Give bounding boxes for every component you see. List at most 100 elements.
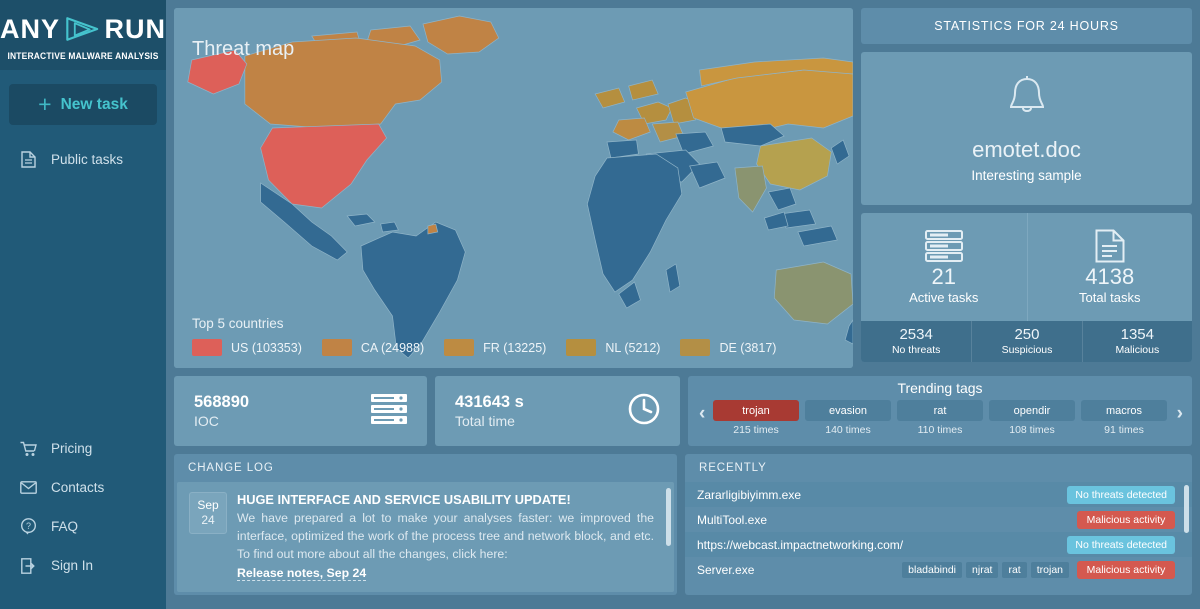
legend-swatch — [566, 339, 597, 356]
trending-tag-chip[interactable]: opendir — [989, 400, 1075, 421]
sidebar-item-faq[interactable]: ? FAQ — [0, 507, 166, 546]
question-bubble-icon: ? — [20, 518, 37, 535]
changelog-body: Sep 24 HUGE INTERFACE AND SERVICE USABIL… — [177, 482, 674, 592]
verdict-no-threats[interactable]: 2534 No threats — [861, 321, 971, 362]
verdict-label: Malicious — [1115, 343, 1160, 356]
verdict-label: Suspicious — [1001, 343, 1053, 356]
verdict-malicious[interactable]: 1354 Malicious — [1081, 321, 1192, 362]
sidebar-item-label: Public tasks — [51, 151, 124, 167]
trending-tag-item: evasion 140 times — [802, 400, 894, 436]
total-tasks-label: Total tasks — [1079, 290, 1141, 306]
verdict-value: 1354 — [1120, 326, 1154, 344]
statistics-column: STATISTICS FOR 24 HOURS emotet.doc Inter… — [861, 8, 1192, 368]
trending-tag-chip[interactable]: evasion — [805, 400, 891, 421]
sidebar-nav-top: Public tasks — [0, 139, 166, 179]
status-badge[interactable]: Malicious activity — [1077, 560, 1175, 579]
changelog-scrollbar[interactable] — [666, 488, 671, 546]
legend-label: DE (3817) — [719, 340, 777, 355]
logo: ANY RUN — [0, 12, 166, 46]
list-item[interactable]: https://webcast.impactnetworking.com/ No… — [685, 532, 1192, 557]
page-title: Threat map — [192, 38, 295, 60]
recently-scrollbar[interactable] — [1184, 485, 1189, 533]
changelog-month: Sep — [197, 498, 219, 512]
changelog-panel: CHANGE LOG Sep 24 HUGE INTERFACE AND SER… — [174, 454, 677, 595]
trending-title: Trending tags — [897, 380, 983, 396]
legend-entry[interactable]: FR (13225) — [444, 339, 546, 356]
list-item[interactable]: Server.exe bladabindi njrat rat trojan M… — [685, 557, 1192, 582]
tag-chip[interactable]: rat — [1002, 561, 1027, 578]
status-badge[interactable]: Malicious activity — [1077, 510, 1175, 529]
trending-tag-chip[interactable]: trojan — [713, 400, 799, 421]
bottom-row: CHANGE LOG Sep 24 HUGE INTERFACE AND SER… — [174, 454, 1192, 595]
sidebar-item-pricing[interactable]: Pricing — [0, 429, 166, 468]
logo-word-any: ANY — [0, 13, 61, 44]
chevron-right-icon[interactable]: › — [1177, 404, 1183, 423]
legend-entry[interactable]: DE (3817) — [680, 339, 776, 356]
trending-tag-chip[interactable]: macros — [1081, 400, 1167, 421]
trending-tag-chip[interactable]: rat — [897, 400, 983, 421]
tasks-top: 21 Active tasks 4138 Total tasks — [861, 213, 1192, 321]
recently-panel: RECENTLY Zararligibiyimm.exe No threats … — [685, 454, 1192, 595]
legend-swatch — [321, 339, 352, 356]
server-icon — [371, 393, 407, 429]
recently-item-tags: bladabindi njrat rat trojan — [902, 561, 1069, 578]
changelog-day: 24 — [201, 513, 215, 527]
verdict-value: 2534 — [899, 326, 933, 344]
tasks-card: 21 Active tasks 4138 Total tasks 2534 No… — [861, 213, 1192, 362]
svg-text:?: ? — [26, 521, 31, 531]
tag-chip[interactable]: bladabindi — [902, 561, 963, 578]
list-item[interactable]: Zararligibiyimm.exe No threats detected — [685, 482, 1192, 507]
ioc-label: IOC — [194, 413, 219, 429]
chevron-left-icon[interactable]: ‹ — [699, 404, 705, 423]
trending-tag-item: macros 91 times — [1078, 400, 1170, 436]
changelog-title: HUGE INTERFACE AND SERVICE USABILITY UPD… — [237, 492, 571, 507]
status-badge[interactable]: No threats detected — [1067, 485, 1175, 504]
interesting-sample-card[interactable]: emotet.doc Interesting sample — [861, 52, 1192, 205]
sidebar-nav-bottom: Pricing Contacts ? FAQ Sign In — [0, 429, 166, 609]
threat-map-card[interactable]: Threat map Top 5 countries US (103353) C… — [174, 8, 853, 368]
sidebar-item-label: FAQ — [51, 519, 79, 534]
plus-icon: + — [38, 91, 52, 117]
trending-tag-count: 140 times — [825, 424, 871, 436]
legend-entry[interactable]: US (103353) — [192, 339, 302, 356]
legend-label: US (103353) — [231, 340, 302, 355]
legend-label: CA (24988) — [360, 340, 425, 355]
logo-block[interactable]: ANY RUN INTERACTIVE MALWARE ANALYSIS — [0, 0, 166, 70]
new-task-button[interactable]: + New task — [9, 84, 157, 125]
sample-name: emotet.doc — [972, 137, 1081, 162]
sidebar-item-sign-in[interactable]: Sign In — [0, 546, 166, 585]
recently-item-name: MultiTool.exe — [697, 512, 768, 527]
logo-tagline: INTERACTIVE MALWARE ANALYSIS — [7, 51, 159, 61]
total-tasks-cell[interactable]: 4138 Total tasks — [1026, 213, 1193, 321]
statistics-header: STATISTICS FOR 24 HOURS — [861, 8, 1192, 44]
tag-chip[interactable]: trojan — [1030, 561, 1069, 578]
list-item[interactable]: MultiTool.exe Malicious activity — [685, 507, 1192, 532]
total-time-value: 431643 s — [455, 393, 524, 411]
changelog-description: We have prepared a lot to make your anal… — [237, 511, 654, 561]
legend-title: Top 5 countries — [192, 316, 284, 331]
play-triangle-icon — [66, 17, 99, 41]
legend-swatch — [444, 339, 475, 356]
sidebar-item-label: Pricing — [51, 441, 93, 456]
envelope-icon — [20, 479, 37, 496]
legend-entry[interactable]: CA (24988) — [321, 339, 425, 356]
trending-tag-count: 108 times — [1009, 424, 1055, 436]
sidebar-item-contacts[interactable]: Contacts — [0, 468, 166, 507]
recently-header: RECENTLY — [699, 462, 767, 474]
trending-tags-card: Trending tags ‹ › trojan 215 times evasi… — [688, 376, 1192, 446]
verdict-suspicious[interactable]: 250 Suspicious — [971, 321, 1081, 362]
active-tasks-cell[interactable]: 21 Active tasks — [861, 213, 1027, 321]
sidebar-item-public-tasks[interactable]: Public tasks — [0, 139, 166, 179]
total-time-card[interactable]: 431643 s Total time — [435, 376, 680, 446]
release-notes-link[interactable]: Release notes, Sep 24 — [237, 566, 367, 581]
legend-entry[interactable]: NL (5212) — [566, 339, 660, 356]
status-badge[interactable]: No threats detected — [1067, 535, 1175, 554]
ioc-value: 568890 — [194, 393, 250, 411]
tag-chip[interactable]: njrat — [966, 561, 999, 578]
changelog-header: CHANGE LOG — [188, 462, 274, 474]
trending-tag-item: opendir 108 times — [986, 400, 1078, 436]
legend-label: FR (13225) — [483, 340, 547, 355]
legend-swatch — [192, 339, 222, 356]
ioc-card[interactable]: 568890 IOC — [174, 376, 427, 446]
